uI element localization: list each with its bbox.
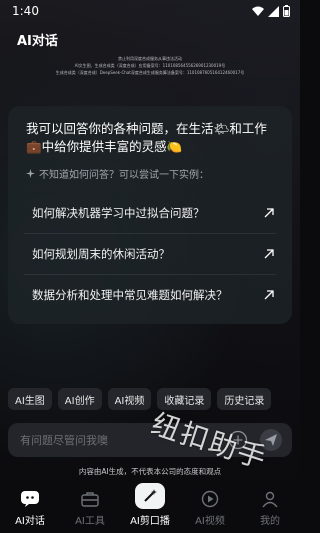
tab-profile[interactable]: 我的 [240,480,300,533]
magic-wand-icon [135,483,165,509]
notice-line: 禁止利用深度合成服务从事违法活动 [118,56,182,61]
chip-ai-image[interactable]: AI生图 [8,388,52,410]
chip-history[interactable]: 历史记录 [217,388,272,410]
tab-ai-video[interactable]: AI视频 [180,480,240,533]
signal-icon [268,5,279,17]
suggestion-card: 我可以回答你的各种问题，在生活🌤和工作 💼中给你提供丰富的灵感🍋 不知道如何问答？… [8,106,292,324]
page-title: AI对话 [17,34,58,49]
hint-row: 不知道如何问答？可以尝试一下实例： [26,166,209,181]
example-question[interactable]: 如何解决机器学习中过拟合问题？ [24,194,276,232]
notice-line: AI文生图、生成合成类（深度合成）应用备案号：11010856455626901… [74,63,226,68]
intro-text-part: 我可以回答你的各种问题，在生活 [26,121,214,136]
regulatory-notice: 禁止利用深度合成服务从事违法活动 AI文生图、生成合成类（深度合成）应用备案号：… [0,55,300,76]
tab-ai-clip[interactable]: AI剪口播 [120,480,180,533]
chat-input[interactable] [20,433,220,447]
example-question[interactable]: 如何规划周末的休闲活动？ [24,235,276,273]
intro-text-part: 中给你提供丰富的灵感 [41,139,167,154]
divider [24,274,276,275]
play-icon [200,489,220,509]
chat-icon [20,489,40,509]
example-question[interactable]: 数据分析和处理中常见难题如何解决？ [24,276,276,314]
tab-label: AI剪口播 [130,516,170,527]
bottom-tab-bar: AI对话 AI工具 AI剪口播 AI视频 我的 [0,480,300,533]
intro-text: 我可以回答你的各种问题，在生活🌤和工作 💼中给你提供丰富的灵感🍋 [26,120,276,156]
tab-label: AI视频 [195,516,225,527]
status-bar: 1:40 [0,0,300,22]
notice-line: 生成合成类（深度合成）DeepSeek-Chat深度合成生成服务算法备案号：11… [55,70,245,75]
intro-text-part: 和工作 [229,121,267,136]
example-question-text: 如何解决机器学习中过拟合问题？ [32,206,205,220]
tab-label: AI对话 [15,516,45,527]
battery-icon [283,5,290,17]
arrow-up-right-icon [264,208,274,218]
quick-action-chips: AI生图 AI创作 AI视频 收藏记录 历史记录 [8,388,292,410]
status-icons [252,5,290,17]
lemon-icon: 🍋 [166,139,183,154]
example-question-text: 如何规划周末的休闲活动？ [32,247,170,261]
chip-favorites[interactable]: 收藏记录 [157,388,212,410]
sun-cloud-icon: 🌤 [213,121,230,136]
chip-ai-create[interactable]: AI创作 [57,388,102,410]
plus-icon[interactable] [228,430,248,450]
status-time: 1:40 [12,4,39,18]
briefcase-icon: 💼 [26,139,42,154]
divider [24,233,276,234]
toolbox-icon [80,489,100,509]
sparkle-icon [26,169,35,178]
ai-disclaimer: 内容由AI生成，不代表本公司的态度和观点 [78,467,222,476]
arrow-up-right-icon [264,290,274,300]
profile-icon [260,489,280,509]
tab-label: AI工具 [75,516,105,527]
example-question-text: 数据分析和处理中常见难题如何解决？ [32,288,228,302]
tab-ai-chat[interactable]: AI对话 [0,480,60,533]
chip-ai-video[interactable]: AI视频 [107,388,152,410]
hint-text: 不知道如何问答？可以尝试一下实例： [39,170,209,181]
send-icon[interactable] [260,429,282,451]
arrow-up-right-icon [264,249,274,259]
tab-label: 我的 [260,516,280,527]
tab-ai-tools[interactable]: AI工具 [60,480,120,533]
wifi-icon [252,6,264,16]
chat-input-bar [8,423,292,457]
